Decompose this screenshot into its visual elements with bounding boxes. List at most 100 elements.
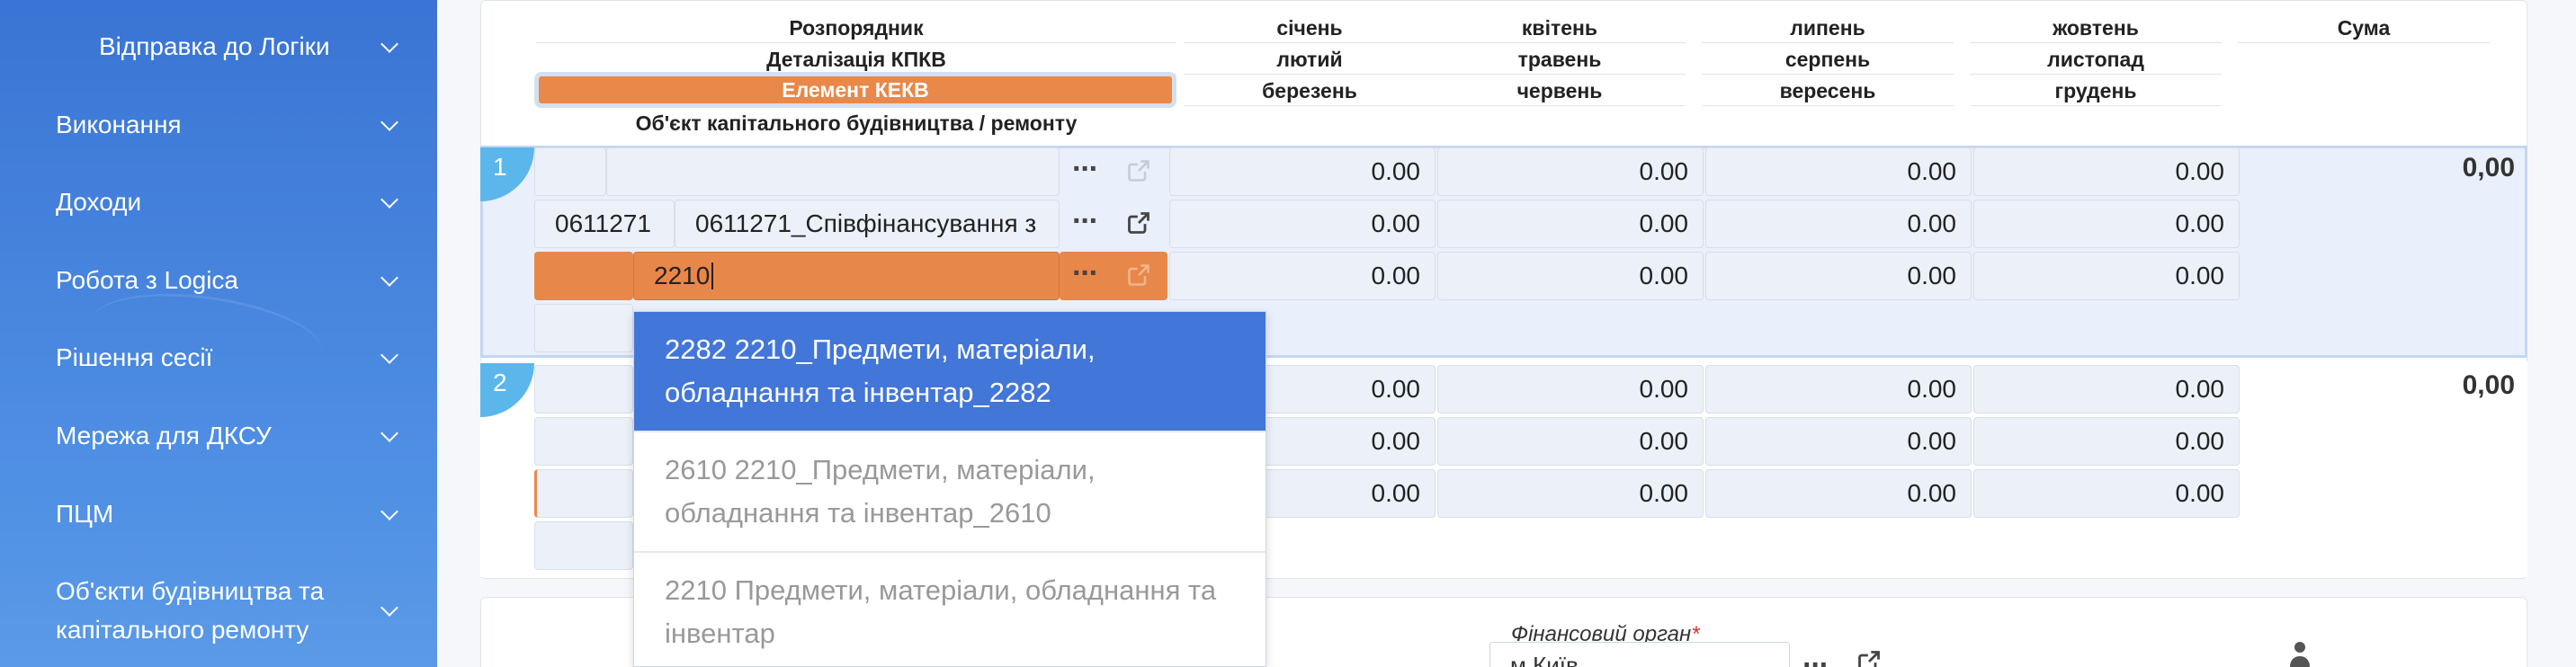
dropdown-option[interactable]: 2282 2210_Предмети, матеріали, обладнанн… — [634, 312, 1266, 432]
month-amount-input[interactable]: 0.00 — [1973, 200, 2240, 248]
month-amount-input[interactable]: 0.00 — [1169, 252, 1436, 300]
more-icon[interactable]: ··· — [1072, 206, 1099, 236]
header-capital-object: Об'єкт капітального будівництва / ремонт… — [635, 111, 1078, 135]
fin-organ-input[interactable]: м.Київ — [1489, 642, 1790, 667]
text-cursor — [711, 262, 714, 289]
month-amount-input[interactable]: 0.00 — [1705, 469, 1972, 518]
sidebar-item-label: Робота з Logica — [56, 266, 238, 294]
month-amount-input[interactable]: 0.00 — [1169, 200, 1436, 248]
user-icon[interactable] — [2288, 640, 2312, 667]
month-amount-input[interactable]: 0.00 — [1437, 252, 1704, 300]
month-amount-input[interactable]: 0.00 — [1973, 147, 2240, 196]
header-month: квітень — [1434, 13, 1686, 43]
header-kpkv-detail: Деталізація КПКВ — [536, 44, 1176, 75]
external-link-icon[interactable] — [1126, 210, 1151, 236]
chevron-down-icon — [380, 34, 398, 53]
sidebar-item-label-line1: Об'єкти будівництва та — [56, 577, 325, 605]
header-month: лютий — [1184, 44, 1436, 75]
month-amount-input[interactable]: 0.00 — [1437, 469, 1704, 518]
month-amount-input[interactable]: 0.00 — [1437, 200, 1704, 248]
sidebar-item-label: Рішення сесії — [56, 343, 213, 371]
sidebar-item-label: Мережа для ДКСУ — [56, 422, 272, 449]
month-amount-input[interactable]: 0.00 — [1705, 252, 1972, 300]
header-month: вересень — [1702, 76, 1954, 106]
month-amount-input[interactable]: 0.00 — [1705, 365, 1972, 414]
dropdown-option[interactable]: 2210 Предмети, матеріали, обладнання та … — [634, 553, 1266, 666]
chevron-down-icon — [380, 190, 398, 209]
header-sum: Сума — [2238, 13, 2490, 43]
month-amount-input[interactable]: 0.00 — [1973, 417, 2240, 466]
month-amount-input[interactable]: 0.00 — [1705, 200, 1972, 248]
row-sum: 0,00 — [2462, 153, 2515, 182]
kekv-search-input[interactable]: 2210 — [633, 252, 1060, 300]
sidebar-item-dksu-network[interactable]: Мережа для ДКСУ — [56, 416, 401, 455]
sidebar-item-label-line2: капітального ремонту — [56, 616, 309, 644]
option-line: 2282 2210_Предмети, матеріали, — [665, 334, 1096, 365]
sidebar-item-label: Доходи — [56, 188, 142, 216]
manager-code-field[interactable] — [534, 365, 633, 414]
kpkv-name-field[interactable]: 0611271_Співфінансування з — [675, 200, 1060, 248]
chevron-down-icon — [380, 599, 398, 617]
sidebar-item-execution[interactable]: Виконання — [56, 105, 401, 144]
header-month: травень — [1434, 44, 1686, 75]
sidebar-item-income[interactable]: Доходи — [56, 182, 401, 221]
more-icon[interactable]: ··· — [1072, 258, 1099, 289]
manager-code-field[interactable] — [534, 147, 606, 196]
month-amount-input[interactable]: 0.00 — [1973, 365, 2240, 414]
more-icon[interactable]: ··· — [1072, 154, 1099, 184]
sidebar-item-label: ПЦМ — [56, 500, 114, 528]
kekv-autocomplete-dropdown: 2282 2210_Предмети, матеріали, обладнанн… — [633, 311, 1266, 667]
option-line: інвентар — [665, 618, 775, 649]
month-amount-input[interactable]: 0.00 — [1973, 252, 2240, 300]
month-amount-input[interactable]: 0.00 — [1437, 365, 1704, 414]
chevron-down-icon — [380, 268, 398, 287]
capital-object-field[interactable] — [534, 304, 633, 352]
month-amount-input[interactable]: 0.00 — [1437, 417, 1704, 466]
more-icon[interactable]: ··· — [1802, 650, 1829, 667]
header-month: червень — [1434, 76, 1686, 106]
sidebar-item-label: Виконання — [56, 111, 182, 138]
header-month: листопад — [1970, 44, 2222, 75]
kekv-code-field[interactable] — [534, 252, 633, 300]
header-kekv-element: Елемент КЕКВ — [534, 72, 1176, 108]
chevron-down-icon — [380, 112, 398, 131]
external-link-icon[interactable] — [1126, 158, 1151, 183]
header-month: грудень — [1970, 76, 2222, 106]
chevron-down-icon — [380, 502, 398, 520]
sidebar-item-session-decisions[interactable]: Рішення сесії — [56, 338, 401, 377]
month-amount-input[interactable]: 0.00 — [1705, 147, 1972, 196]
kekv-input-value: 2210 — [654, 262, 711, 289]
kekv-code-field[interactable] — [534, 469, 633, 518]
month-amount-input[interactable]: 0.00 — [1705, 417, 1972, 466]
option-line: обладнання та інвентар_2282 — [665, 377, 1051, 408]
sidebar-item-pcm[interactable]: ПЦМ — [56, 494, 401, 533]
kpkv-code-field[interactable] — [534, 417, 633, 466]
row-sum: 0,00 — [2462, 370, 2515, 400]
chevron-down-icon — [380, 345, 398, 364]
header-month: серпень — [1702, 44, 1954, 75]
month-amount-input[interactable]: 0.00 — [1169, 147, 1436, 196]
sidebar-item-logica[interactable]: Робота з Logica — [56, 261, 401, 299]
header-month: липень — [1702, 13, 1954, 43]
option-line: 2610 2210_Предмети, матеріали, — [665, 454, 1096, 485]
sidebar-item-label: Об'єкти будівництва та капітального ремо… — [56, 572, 324, 649]
header-manager: Розпорядник — [536, 13, 1176, 43]
sidebar-item-label: Відправка до Логіки — [99, 32, 330, 60]
option-line: обладнання та інвентар_2610 — [665, 497, 1051, 529]
header-month: жовтень — [1970, 13, 2222, 43]
header-month: березень — [1184, 76, 1436, 106]
manager-name-field[interactable] — [606, 147, 1060, 196]
external-link-icon[interactable] — [1856, 649, 1882, 667]
capital-object-field[interactable] — [534, 521, 633, 570]
sidebar: Відправка до Логіки Виконання Доходи Роб… — [0, 0, 437, 667]
dropdown-option[interactable]: 2610 2210_Предмети, матеріали, обладнанн… — [634, 432, 1266, 553]
sidebar-item-send-to-logica[interactable]: Відправка до Логіки — [99, 27, 401, 66]
kpkv-code-field[interactable]: 0611271 — [534, 200, 675, 248]
sidebar-item-construction-objects[interactable]: Об'єкти будівництва та капітального ремо… — [56, 572, 401, 649]
month-amount-input[interactable]: 0.00 — [1973, 469, 2240, 518]
external-link-icon[interactable] — [1126, 262, 1151, 288]
month-amount-input[interactable]: 0.00 — [1437, 147, 1704, 196]
option-line: 2210 Предмети, матеріали, обладнання та — [665, 574, 1217, 606]
header-month: січень — [1184, 13, 1436, 43]
chevron-down-icon — [380, 423, 398, 442]
